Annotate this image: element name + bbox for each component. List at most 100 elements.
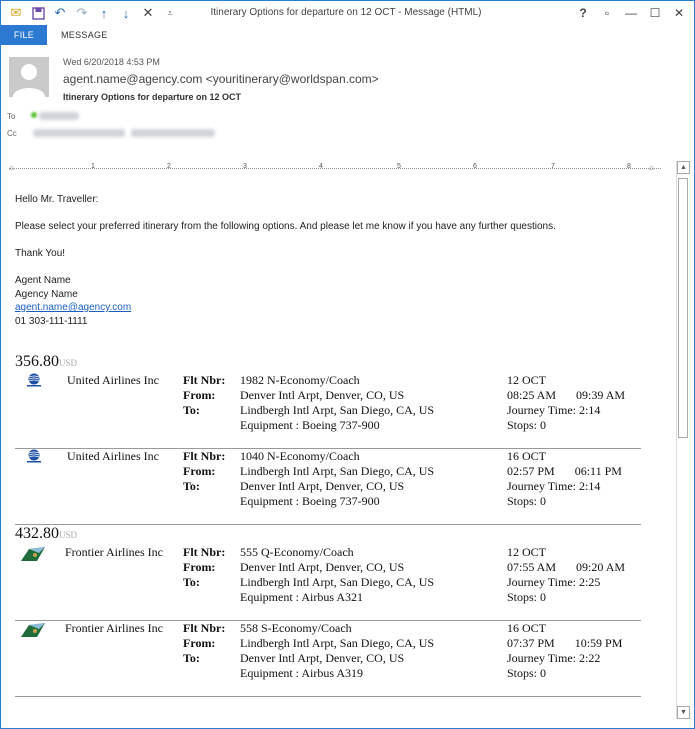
to-label: To: [183, 575, 200, 589]
recipient-cc-2[interactable] [131, 129, 215, 137]
depart-time: 07:55 AM [507, 560, 557, 574]
indent-marker[interactable]: ⌂ [9, 163, 14, 172]
flight-number: 1040 N-Economy/Coach [240, 449, 360, 463]
signature-email-link[interactable]: agent.name@agency.com [15, 302, 131, 313]
field-labels: Flt Nbr: From: To: [183, 373, 225, 418]
depart-time: 08:25 AM [507, 388, 557, 402]
journey-time: Journey Time: 2:22 [507, 651, 601, 665]
signature-name: Agent Name [15, 275, 71, 286]
thanks-text: Thank You! [15, 248, 66, 259]
ruler-number: 5 [397, 163, 401, 170]
window-title: Itinerary Options for departure on 12 OC… [210, 7, 482, 18]
close-button[interactable]: ✕ [668, 3, 690, 23]
flight-times: 16 OCT 07:37 PM 10:59 PM Journey Time: 2:… [507, 621, 622, 681]
recipient-cc-1[interactable] [33, 129, 125, 137]
flight-number: 555 Q-Economy/Coach [240, 545, 354, 559]
arrow-down-icon[interactable]: ↓ [117, 4, 135, 22]
stops: Stops: 0 [507, 666, 547, 680]
flight-number: 1982 N-Economy/Coach [240, 373, 360, 387]
united-logo-icon [27, 373, 41, 387]
journey-time: Journey Time: 2:25 [507, 575, 601, 589]
signature-phone: 01 303-111-1111 [15, 316, 88, 327]
flight-times: 16 OCT 02:57 PM 06:11 PM Journey Time: 2:… [507, 449, 622, 509]
recipient-to[interactable] [39, 112, 79, 120]
flight-details: 555 Q-Economy/Coach Denver Intl Arpt, De… [240, 545, 434, 605]
scroll-up-arrow-icon[interactable]: ▲ [677, 161, 690, 174]
tab-message[interactable]: MESSAGE [61, 25, 108, 45]
stops: Stops: 0 [507, 418, 547, 432]
save-icon[interactable] [29, 4, 47, 22]
flight-details: 558 S-Economy/Coach Lindbergh Intl Arpt,… [240, 621, 434, 681]
flight-segment: Frontier Airlines Inc Flt Nbr: From: To:… [15, 621, 641, 697]
customize-toolbar-icon[interactable]: ⩡ [161, 4, 179, 22]
flight-segment: United Airlines Inc Flt Nbr: From: To: 1… [15, 373, 641, 449]
delete-icon[interactable]: ✕ [139, 4, 157, 22]
flight-number: 558 S-Economy/Coach [240, 621, 352, 635]
stops: Stops: 0 [507, 494, 547, 508]
to-label: To: [183, 651, 200, 665]
journey-time: Journey Time: 2:14 [507, 403, 601, 417]
airline-name: Frontier Airlines Inc [65, 545, 163, 559]
minimize-button[interactable]: — [620, 3, 642, 23]
arrive-time: 10:59 PM [574, 636, 623, 650]
sender[interactable]: agent.name@agency.com <youritinerary@wor… [63, 72, 379, 86]
frontier-logo-icon [21, 547, 45, 561]
price-amount: 432.80 [15, 525, 59, 542]
from-label: From: [183, 636, 216, 650]
arrive-time: 06:11 PM [574, 464, 622, 478]
flight-number-label: Flt Nbr: [183, 545, 226, 559]
flight-details: 1040 N-Economy/Coach Lindbergh Intl Arpt… [240, 449, 434, 509]
airline-name: United Airlines Inc [67, 449, 159, 463]
tab-file[interactable]: FILE [1, 25, 47, 45]
help-button[interactable]: ? [572, 3, 594, 23]
vertical-scrollbar[interactable]: ▲ ▼ [676, 161, 690, 719]
flight-date: 16 OCT [507, 621, 546, 635]
field-labels: Flt Nbr: From: To: [183, 449, 225, 494]
arrow-up-icon[interactable]: ↑ [95, 4, 113, 22]
to-label: To: [183, 479, 200, 493]
right-indent-marker[interactable]: ⌂ [649, 163, 654, 172]
message-window: ✉ ↶ ↷ ↑ ↓ ✕ ⩡ Itinerary Options for depa… [0, 0, 695, 729]
frontier-logo-icon [21, 623, 45, 637]
cc-label: Cc [7, 129, 17, 138]
flight-details: 1982 N-Economy/Coach Denver Intl Arpt, D… [240, 373, 434, 433]
from-label: From: [183, 560, 216, 574]
from-label: From: [183, 464, 216, 478]
time-row: 07:55 AM 09:20 AM [507, 560, 625, 575]
ruler-number: 7 [551, 163, 555, 170]
time-row: 07:37 PM 10:59 PM [507, 636, 622, 651]
scrollbar-thumb[interactable] [678, 178, 688, 438]
maximize-button[interactable]: ☐ [644, 3, 666, 23]
price-currency: USD [59, 358, 78, 368]
from-airport: Denver Intl Arpt, Denver, CO, US [240, 560, 405, 574]
ribbon-tabs: FILE MESSAGE [1, 25, 694, 45]
mail-icon[interactable]: ✉ [7, 4, 25, 22]
equipment: Equipment : Boeing 737-900 [240, 418, 380, 432]
signature-agency: Agency Name [15, 289, 78, 300]
flight-number-label: Flt Nbr: [183, 373, 226, 387]
flight-times: 12 OCT 08:25 AM 09:39 AM Journey Time: 2:… [507, 373, 625, 433]
option-price: 432.80USD [15, 525, 77, 543]
scroll-down-arrow-icon[interactable]: ▼ [677, 706, 690, 719]
ruler-number: 3 [243, 163, 247, 170]
from-label: From: [183, 388, 216, 402]
field-labels: Flt Nbr: From: To: [183, 621, 225, 666]
quick-access-toolbar: ✉ ↶ ↷ ↑ ↓ ✕ ⩡ [7, 4, 179, 22]
ruler-baseline [9, 168, 661, 169]
window-controls: ? ▫ — ☐ ✕ [572, 3, 690, 23]
flight-date: 12 OCT [507, 545, 546, 559]
ruler-number: 6 [473, 163, 477, 170]
undo-icon[interactable]: ↶ [51, 4, 69, 22]
united-logo-icon [27, 449, 41, 463]
from-airport: Lindbergh Intl Arpt, San Diego, CA, US [240, 464, 435, 478]
from-airport: Denver Intl Arpt, Denver, CO, US [240, 388, 405, 402]
redo-icon[interactable]: ↷ [73, 4, 91, 22]
intro-text: Please select your preferred itinerary f… [15, 221, 556, 232]
arrive-time: 09:39 AM [576, 388, 626, 402]
stops: Stops: 0 [507, 590, 547, 604]
from-airport: Lindbergh Intl Arpt, San Diego, CA, US [240, 636, 435, 650]
to-airport: Denver Intl Arpt, Denver, CO, US [240, 479, 405, 493]
ruler-number: 1 [91, 163, 95, 170]
ribbon-options-button[interactable]: ▫ [596, 3, 618, 23]
ruler-number: 8 [627, 163, 631, 170]
